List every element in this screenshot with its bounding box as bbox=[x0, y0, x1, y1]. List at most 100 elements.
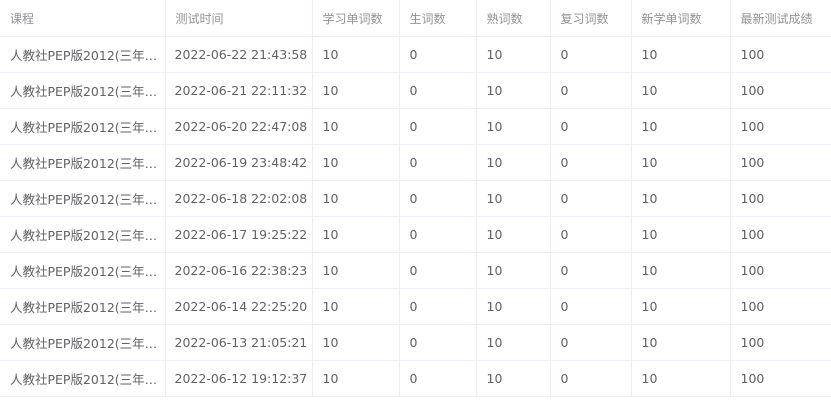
learned-words-cell: 10 bbox=[312, 360, 400, 397]
new-words-cell: 0 bbox=[399, 108, 477, 145]
familiar-words-cell: 10 bbox=[476, 72, 551, 109]
learned-words-cell: 10 bbox=[312, 216, 400, 253]
learned-words-cell: 10 bbox=[312, 180, 400, 217]
learned-words-cell: 10 bbox=[312, 36, 400, 73]
test-time-cell: 2022-06-18 22:02:08 bbox=[165, 180, 313, 217]
familiar-words-cell: 10 bbox=[476, 288, 551, 325]
review-words-cell: 0 bbox=[550, 72, 632, 109]
header-row: 课程 测试时间 学习单词数 生词数 熟词数 复习词数 新学单词数 最新测试成绩 bbox=[0, 0, 831, 37]
familiar-words-cell: 10 bbox=[476, 144, 551, 181]
header-course: 课程 bbox=[0, 0, 166, 37]
learned-words-cell: 10 bbox=[312, 108, 400, 145]
header-newly-learned-words: 新学单词数 bbox=[631, 0, 731, 37]
latest-score-cell: 100 bbox=[730, 108, 831, 145]
header-latest-score: 最新测试成绩 bbox=[730, 0, 831, 37]
header-learned-words: 学习单词数 bbox=[312, 0, 400, 37]
course-cell: 人教社PEP版2012(三年级... bbox=[0, 216, 166, 253]
table-header: 课程 测试时间 学习单词数 生词数 熟词数 复习词数 新学单词数 最新测试成绩 bbox=[0, 0, 831, 37]
new-words-cell: 0 bbox=[399, 324, 477, 361]
learned-words-cell: 10 bbox=[312, 288, 400, 325]
latest-score-cell: 100 bbox=[730, 36, 831, 73]
new-words-cell: 0 bbox=[399, 288, 477, 325]
test-records-table: 课程 测试时间 学习单词数 生词数 熟词数 复习词数 新学单词数 最新测试成绩 … bbox=[0, 0, 831, 397]
test-time-cell: 2022-06-12 19:12:37 bbox=[165, 360, 313, 397]
newly-learned-words-cell: 10 bbox=[631, 288, 731, 325]
course-cell: 人教社PEP版2012(三年级... bbox=[0, 108, 166, 145]
review-words-cell: 0 bbox=[550, 360, 632, 397]
newly-learned-words-cell: 10 bbox=[631, 36, 731, 73]
latest-score-cell: 100 bbox=[730, 72, 831, 109]
new-words-cell: 0 bbox=[399, 360, 477, 397]
latest-score-cell: 100 bbox=[730, 324, 831, 361]
review-words-cell: 0 bbox=[550, 180, 632, 217]
latest-score-cell: 100 bbox=[730, 252, 831, 289]
familiar-words-cell: 10 bbox=[476, 108, 551, 145]
newly-learned-words-cell: 10 bbox=[631, 108, 731, 145]
table-row[interactable]: 人教社PEP版2012(三年级... 2022-06-21 22:11:32 10 0… bbox=[0, 72, 831, 109]
test-time-cell: 2022-06-13 21:05:21 bbox=[165, 324, 313, 361]
new-words-cell: 0 bbox=[399, 180, 477, 217]
table-row[interactable]: 人教社PEP版2012(三年级... 2022-06-12 19:12:37 10 0… bbox=[0, 360, 831, 397]
course-cell: 人教社PEP版2012(三年级... bbox=[0, 252, 166, 289]
course-cell: 人教社PEP版2012(三年级... bbox=[0, 180, 166, 217]
header-review-words: 复习词数 bbox=[550, 0, 632, 37]
header-familiar-words: 熟词数 bbox=[476, 0, 551, 37]
new-words-cell: 0 bbox=[399, 36, 477, 73]
new-words-cell: 0 bbox=[399, 252, 477, 289]
test-time-cell: 2022-06-17 19:25:22 bbox=[165, 216, 313, 253]
table-row[interactable]: 人教社PEP版2012(三年级... 2022-06-14 22:25:20 10 0… bbox=[0, 288, 831, 325]
review-words-cell: 0 bbox=[550, 288, 632, 325]
learned-words-cell: 10 bbox=[312, 252, 400, 289]
test-time-cell: 2022-06-21 22:11:32 bbox=[165, 72, 313, 109]
table-row[interactable]: 人教社PEP版2012(三年级... 2022-06-20 22:47:08 10 0… bbox=[0, 108, 831, 145]
review-words-cell: 0 bbox=[550, 36, 632, 73]
review-words-cell: 0 bbox=[550, 324, 632, 361]
learned-words-cell: 10 bbox=[312, 144, 400, 181]
learned-words-cell: 10 bbox=[312, 324, 400, 361]
test-time-cell: 2022-06-22 21:43:58 bbox=[165, 36, 313, 73]
course-cell: 人教社PEP版2012(三年级... bbox=[0, 324, 166, 361]
learned-words-cell: 10 bbox=[312, 72, 400, 109]
review-words-cell: 0 bbox=[550, 216, 632, 253]
newly-learned-words-cell: 10 bbox=[631, 324, 731, 361]
latest-score-cell: 100 bbox=[730, 288, 831, 325]
test-time-cell: 2022-06-14 22:25:20 bbox=[165, 288, 313, 325]
newly-learned-words-cell: 10 bbox=[631, 252, 731, 289]
familiar-words-cell: 10 bbox=[476, 324, 551, 361]
table-row[interactable]: 人教社PEP版2012(三年级... 2022-06-22 21:43:58 10 0… bbox=[0, 36, 831, 73]
table-body: 人教社PEP版2012(三年级... 2022-06-22 21:43:58 10 0… bbox=[0, 36, 831, 397]
newly-learned-words-cell: 10 bbox=[631, 144, 731, 181]
newly-learned-words-cell: 10 bbox=[631, 216, 731, 253]
table-row[interactable]: 人教社PEP版2012(三年级... 2022-06-16 22:38:23 10 0… bbox=[0, 252, 831, 289]
course-cell: 人教社PEP版2012(三年级... bbox=[0, 72, 166, 109]
course-cell: 人教社PEP版2012(三年级... bbox=[0, 360, 166, 397]
new-words-cell: 0 bbox=[399, 216, 477, 253]
newly-learned-words-cell: 10 bbox=[631, 360, 731, 397]
familiar-words-cell: 10 bbox=[476, 252, 551, 289]
table-row[interactable]: 人教社PEP版2012(三年级... 2022-06-13 21:05:21 10 0… bbox=[0, 324, 831, 361]
header-new-words: 生词数 bbox=[399, 0, 477, 37]
latest-score-cell: 100 bbox=[730, 180, 831, 217]
latest-score-cell: 100 bbox=[730, 216, 831, 253]
new-words-cell: 0 bbox=[399, 72, 477, 109]
test-time-cell: 2022-06-20 22:47:08 bbox=[165, 108, 313, 145]
header-test-time: 测试时间 bbox=[165, 0, 313, 37]
review-words-cell: 0 bbox=[550, 144, 632, 181]
newly-learned-words-cell: 10 bbox=[631, 72, 731, 109]
course-cell: 人教社PEP版2012(三年级... bbox=[0, 144, 166, 181]
new-words-cell: 0 bbox=[399, 144, 477, 181]
familiar-words-cell: 10 bbox=[476, 36, 551, 73]
test-time-cell: 2022-06-16 22:38:23 bbox=[165, 252, 313, 289]
review-words-cell: 0 bbox=[550, 252, 632, 289]
table-row[interactable]: 人教社PEP版2012(三年级... 2022-06-18 22:02:08 10 0… bbox=[0, 180, 831, 217]
latest-score-cell: 100 bbox=[730, 144, 831, 181]
familiar-words-cell: 10 bbox=[476, 360, 551, 397]
table-row[interactable]: 人教社PEP版2012(三年级... 2022-06-17 19:25:22 10 0… bbox=[0, 216, 831, 253]
table-row[interactable]: 人教社PEP版2012(三年级... 2022-06-19 23:48:42 10 0… bbox=[0, 144, 831, 181]
course-cell: 人教社PEP版2012(三年级... bbox=[0, 288, 166, 325]
newly-learned-words-cell: 10 bbox=[631, 180, 731, 217]
latest-score-cell: 100 bbox=[730, 360, 831, 397]
test-time-cell: 2022-06-19 23:48:42 bbox=[165, 144, 313, 181]
course-cell: 人教社PEP版2012(三年级... bbox=[0, 36, 166, 73]
review-words-cell: 0 bbox=[550, 108, 632, 145]
